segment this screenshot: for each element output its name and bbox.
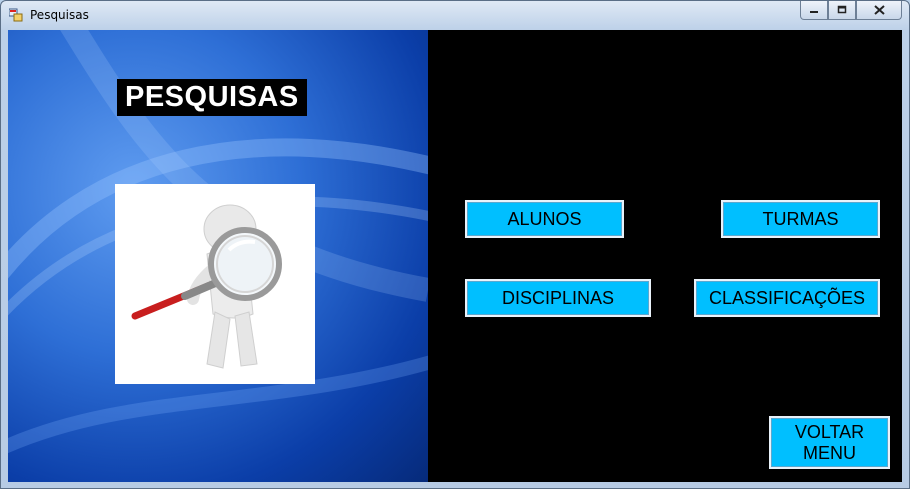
search-illustration (115, 184, 315, 384)
close-icon (873, 5, 885, 15)
window-title: Pesquisas (30, 8, 89, 22)
title-bar[interactable]: Pesquisas (1, 1, 909, 30)
background-panel: PESQUISAS (8, 30, 428, 482)
disciplinas-button[interactable]: DISCIPLINAS (465, 279, 651, 317)
minimize-button[interactable] (800, 1, 828, 20)
voltar-menu-label-line2: MENU (803, 442, 856, 463)
voltar-menu-label-line1: VOLTAR (794, 421, 865, 442)
magnifying-glass-figure-icon (131, 204, 282, 369)
maximize-button[interactable] (828, 1, 856, 20)
form-client-area: PESQUISAS ALUNOS TURMAS DISCIPLINAS CLAS… (8, 30, 902, 482)
alunos-button[interactable]: ALUNOS (465, 200, 624, 238)
maximize-icon (837, 5, 847, 14)
classificacoes-button[interactable]: CLASSIFICAÇÕES (694, 279, 880, 317)
app-window: Pesquisas PESQUISAS ALUNOS TURMAS DISCIP… (0, 0, 910, 489)
app-icon (9, 8, 23, 22)
voltar-menu-button[interactable]: VOLTAR MENU (769, 416, 890, 469)
turmas-button[interactable]: TURMAS (721, 200, 880, 238)
close-button[interactable] (856, 1, 902, 20)
minimize-icon (810, 11, 818, 13)
caption-buttons (800, 1, 902, 21)
page-heading: PESQUISAS (117, 79, 307, 116)
